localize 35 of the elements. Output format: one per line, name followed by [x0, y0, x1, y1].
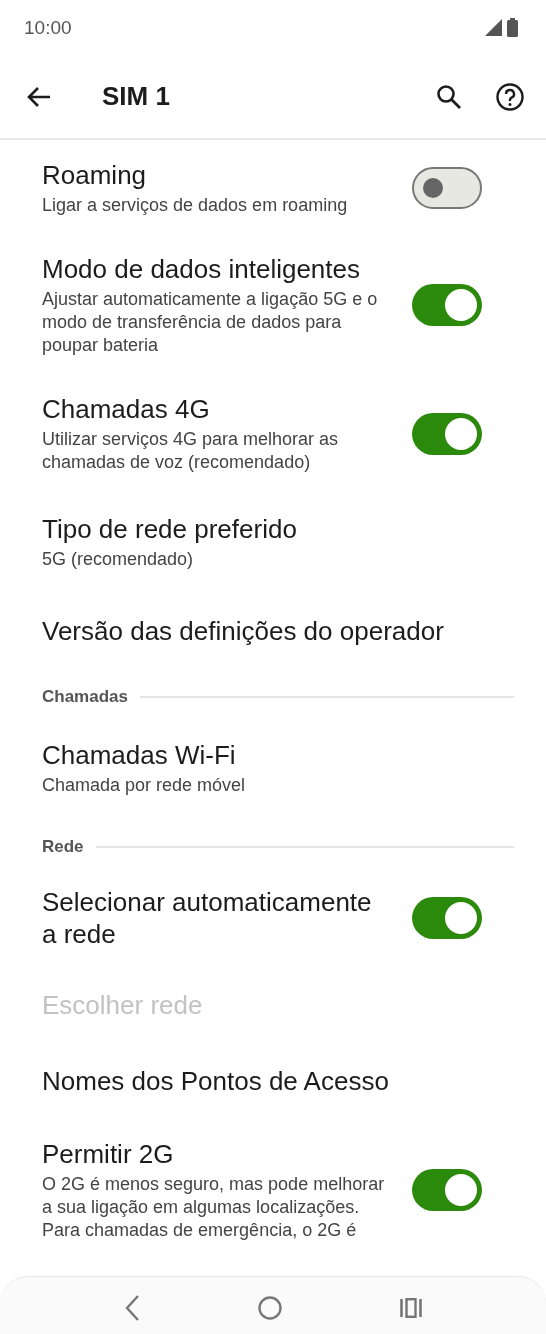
setting-summary: Chamada por rede móvel — [42, 774, 247, 797]
recents-button[interactable] — [400, 1296, 422, 1319]
section-header: Rede — [42, 837, 84, 857]
back-nav-button[interactable] — [124, 1293, 140, 1322]
toggle-switch[interactable] — [412, 412, 482, 455]
home-button[interactable] — [258, 1295, 282, 1320]
setting-title[interactable]: Nomes dos Pontos de Acesso — [42, 1065, 504, 1097]
setting-title[interactable]: Chamadas 4G — [42, 393, 392, 425]
setting-title[interactable]: Roaming — [42, 159, 392, 191]
status-time: 10:00 — [24, 16, 72, 39]
toggle-switch[interactable] — [412, 1169, 482, 1211]
setting-summary: Ajustar automaticamente a ligação 5G e o modo de transferência de dados para poupar bateria — [42, 288, 379, 357]
help-icon — [496, 82, 524, 111]
battery-icon — [507, 18, 518, 37]
setting-title[interactable]: Selecionar automaticamente a rede — [42, 886, 392, 950]
setting-summary: Utilizar serviços 4G para melhorar as chamadas de voz (recomendado) — [42, 428, 340, 474]
section-header: Chamadas — [42, 687, 128, 707]
setting-title[interactable]: Permitir 2G — [42, 1138, 392, 1170]
toggle-switch[interactable] — [412, 897, 482, 939]
toggle-switch[interactable] — [412, 284, 482, 326]
recents-icon — [400, 1296, 422, 1319]
setting-title[interactable]: Versão das definições do operador — [42, 615, 504, 647]
chevron-icon — [124, 1293, 140, 1322]
setting-title[interactable]: Tipo de rede preferido — [42, 513, 504, 545]
screen-title: SIM 1 — [102, 81, 171, 112]
setting-title: Escolher rede — [42, 989, 204, 1021]
toggle-switch[interactable] — [412, 167, 482, 209]
signal-icon — [485, 19, 502, 36]
setting-summary: O 2G é menos seguro, mas pode melhorar a sua ligação em algumas localizações. Para chamadas de emergência, o 2G é — [42, 1173, 386, 1242]
setting-title[interactable]: Chamadas Wi-Fi — [42, 739, 504, 771]
circle-icon — [258, 1295, 282, 1320]
setting-title[interactable]: Modo de dados inteligentes — [42, 253, 392, 285]
setting-summary: Ligar a serviços de dados em roaming — [42, 194, 349, 217]
search-icon — [436, 83, 462, 110]
setting-summary: 5G (recomendado) — [42, 548, 195, 571]
